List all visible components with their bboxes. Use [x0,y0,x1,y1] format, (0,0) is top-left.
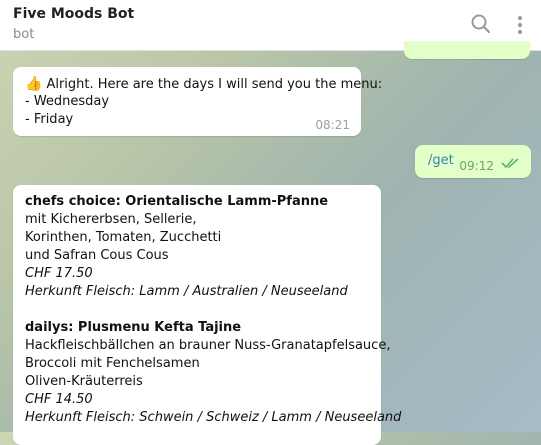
menu-price: CHF 17.50 [25,266,93,281]
menu-line: Oliven-Kräuterreis [25,374,143,389]
thumbs-up-icon: 👍 [25,76,43,92]
menu-line: Hackfleischbällchen an brauner Nuss-Gran… [25,338,391,353]
menu-heading: chefs choice: Orientalische Lamm-Pfanne [25,194,329,209]
menu-origin: Herkunft Fleisch: Schwein / Schweiz / La… [25,410,402,425]
message-bubble-incoming[interactable]: 👍 Alright. Here are the days I will send … [13,67,382,136]
double-check-icon [501,158,519,169]
more-vertical-icon[interactable] [512,14,528,36]
command-text[interactable]: /get [428,152,454,170]
previous-outgoing-message [404,41,530,59]
menu-line: Broccoli mit Fenchelsamen [25,356,200,371]
chat-subtitle: bot [13,27,35,42]
chat-title[interactable]: Five Moods Bot [13,6,134,22]
menu-line: mit Kichererbsen, Sellerie, [25,212,197,227]
message-line: - Wednesday [25,94,110,109]
menu-origin: Herkunft Fleisch: Lamm / Australien / Ne… [25,284,348,299]
message-bubble-outgoing[interactable]: /get 09:12 [415,145,531,178]
menu-line: Korinthen, Tomaten, Zucchetti [25,230,222,245]
menu-message-bubble[interactable]: chefs choice: Orientalische Lamm-Pfanne … [13,185,401,445]
message-text: Alright. Here are the days I will send y… [46,77,383,92]
menu-line: und Safran Cous Cous [25,248,169,263]
message-time: 08:21 [315,118,350,132]
menu-price: CHF 14.50 [25,392,93,407]
message-line: - Friday [25,112,74,127]
menu-heading: dailys: Plusmenu Kefta Tajine [25,320,242,335]
message-time: 09:12 [459,159,494,173]
search-icon[interactable] [470,13,492,35]
message-line: 👍 Alright. Here are the days I will send … [25,75,382,94]
